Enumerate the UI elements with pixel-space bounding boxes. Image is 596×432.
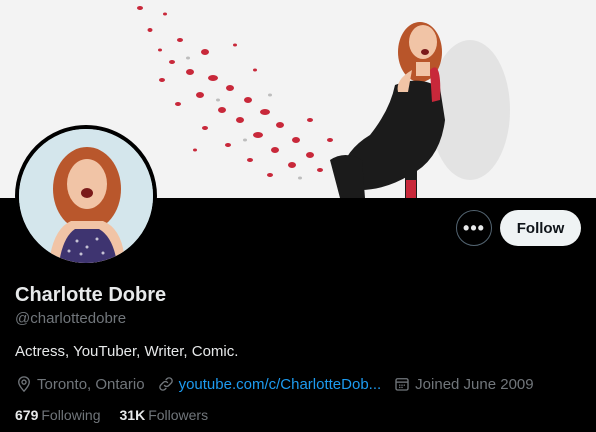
profile-avatar[interactable] [15,125,157,267]
display-name: Charlotte Dobre [15,284,167,306]
follow-button[interactable]: Follow [500,210,581,246]
profile-stats: 679 Following 31K Followers [15,407,227,423]
joined-item: Joined June 2009 [393,375,534,393]
followers-link[interactable]: 31K Followers [120,407,209,423]
avatar-photo [19,129,153,263]
link-icon [158,377,173,391]
following-label: Following [41,407,101,423]
profile-bio: Actress, YouTuber, Writer, Comic. [15,343,239,360]
website-link[interactable]: youtube.com/c/CharlotteDob... [179,376,382,393]
joined-text: Joined June 2009 [415,375,534,393]
website-item[interactable]: youtube.com/c/CharlotteDob... [157,375,382,393]
calendar-icon [395,378,409,391]
location-pin-icon [18,376,30,393]
more-icon: ••• [463,218,485,238]
following-link[interactable]: 679 Following [15,407,101,423]
following-count: 679 [15,407,39,423]
follow-button-label: Follow [516,219,565,237]
user-handle: @charlottedobre [15,310,127,327]
followers-count: 31K [119,407,146,423]
location-item: Toronto, Ontario [15,375,145,393]
more-options-button[interactable]: ••• [456,210,492,246]
location-text: Toronto, Ontario [37,375,145,393]
profile-meta: Toronto, Ontario youtube.com/c/Charlotte… [15,373,546,395]
followers-label: Followers [148,407,209,423]
